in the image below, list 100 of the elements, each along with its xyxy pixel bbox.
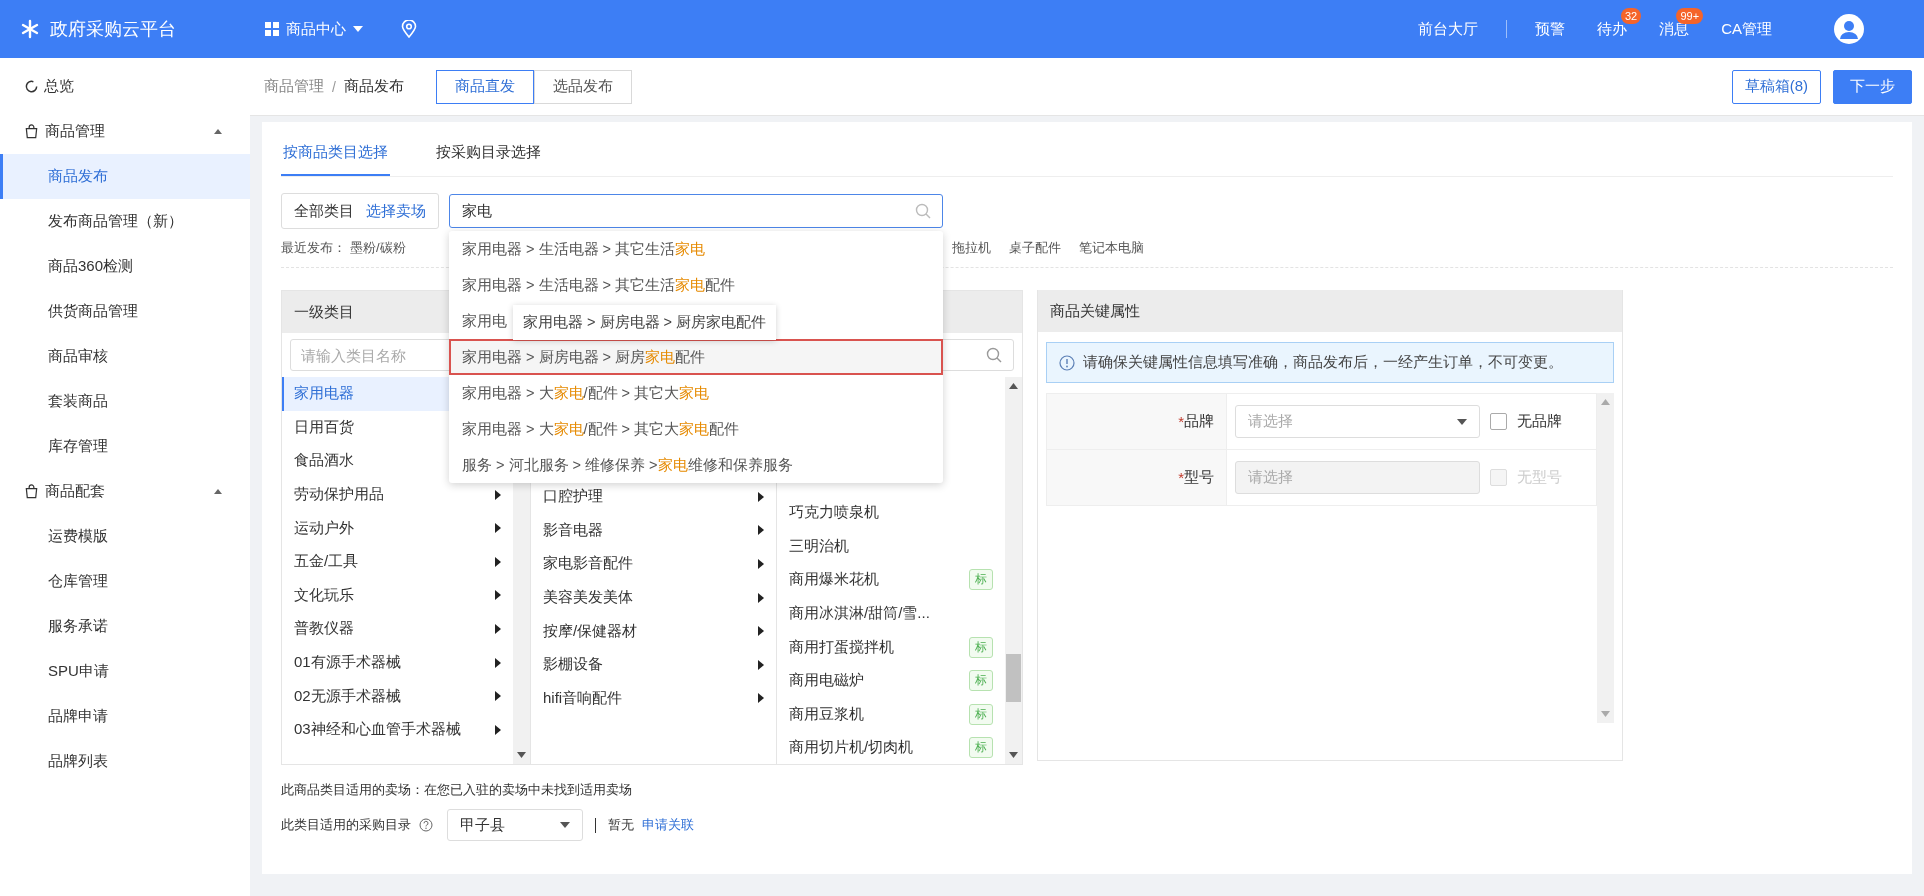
chevron-right-icon: [758, 693, 764, 704]
recent-category-link[interactable]: 拖拉机: [951, 239, 991, 257]
next-button[interactable]: 下一步: [1833, 69, 1912, 104]
field-label: *型号: [1047, 450, 1227, 505]
chevron-right-icon: [758, 659, 764, 670]
scrollbar[interactable]: [1005, 377, 1022, 764]
avatar-icon[interactable]: [1834, 14, 1864, 44]
catalog-select[interactable]: 甲子县: [447, 809, 583, 841]
module-menu[interactable]: 商品中心: [250, 19, 383, 39]
catalog-label: 此类目适用的采购目录: [281, 816, 411, 834]
standard-tag: 标: [969, 569, 993, 591]
category-item[interactable]: 商用冰淇淋/甜筒/雪...: [777, 596, 1005, 631]
nav-link[interactable]: CA管理: [1721, 19, 1772, 39]
suggestion-item[interactable]: 家用电器 > 大家电/配件 > 其它大家电配件: [449, 411, 943, 447]
caret-icon: [1457, 418, 1467, 425]
category-item[interactable]: 家电影音配件: [531, 547, 776, 581]
category-item[interactable]: 商用打蛋搅拌机 标: [777, 630, 1005, 664]
sidebar-item[interactable]: 品牌申请: [0, 694, 250, 739]
caret-icon: [560, 822, 570, 828]
category-item[interactable]: 商用豆浆机 标: [777, 697, 1005, 732]
breadcrumb-item: 商品发布: [343, 77, 404, 96]
suggestion-item[interactable]: 家用电器 > 生活电器 > 其它生活家电配件: [449, 267, 943, 303]
sidebar-group[interactable]: 商品管理: [0, 109, 250, 154]
help-icon[interactable]: [419, 818, 433, 832]
category-item[interactable]: 运动户外: [282, 511, 513, 545]
recent-category-link[interactable]: 墨粉/碳粉: [350, 239, 406, 257]
chevron-right-icon: [758, 626, 764, 637]
category-item[interactable]: 文化玩乐: [282, 578, 513, 613]
nav-link[interactable]: 前台大厅: [1418, 19, 1479, 39]
column-header: 一级类目: [294, 302, 354, 322]
app-title: 政府采购云平台: [50, 18, 176, 41]
arrow-up-icon[interactable]: [1009, 383, 1018, 389]
chevron-right-icon: [758, 491, 764, 502]
suggestion-item[interactable]: 家用电器 > 生活电器 > 其它生活家电: [449, 231, 943, 267]
standard-tag: 标: [969, 670, 993, 692]
location-pin-icon[interactable]: [401, 20, 417, 38]
arrow-down-icon[interactable]: [517, 752, 526, 758]
checkbox[interactable]: 无品牌: [1490, 412, 1562, 431]
sidebar-item[interactable]: 服务承诺: [0, 604, 250, 649]
category-item[interactable]: 三明治机: [777, 529, 1005, 564]
sidebar-item[interactable]: 运费模版: [0, 514, 250, 559]
category-item[interactable]: 巧克力喷泉机: [777, 496, 1005, 530]
suggestion-item[interactable]: 家用电器 > 厨房电器 > 厨房家电配件: [449, 339, 943, 375]
mode-tab[interactable]: 选品发布: [533, 69, 632, 104]
search-icon: [986, 347, 1002, 363]
tab[interactable]: 按采购目录选择: [434, 143, 543, 176]
sidebar-item[interactable]: 供货商品管理: [0, 289, 250, 334]
category-item[interactable]: 影音电器: [531, 513, 776, 548]
sidebar-group[interactable]: 商品配套: [0, 469, 250, 514]
category-item[interactable]: 03神经和心血管手术器械: [282, 712, 513, 747]
category-item[interactable]: 普教仪器: [282, 612, 513, 646]
sidebar-item[interactable]: 商品360检测: [0, 244, 250, 289]
category-item[interactable]: 商用爆米花机 标: [777, 563, 1005, 597]
notice-text: 请确保关键属性信息填写准确，商品发布后，一经产生订单，不可变更。: [1083, 353, 1563, 372]
sidebar-item[interactable]: 商品发布: [0, 154, 250, 199]
mode-tab[interactable]: 商品直发: [435, 69, 534, 104]
standard-tag: 标: [969, 703, 993, 725]
apply-link[interactable]: 申请关联: [642, 816, 694, 834]
grid-icon: [265, 22, 279, 36]
drafts-button[interactable]: 草稿箱(8): [1731, 69, 1821, 104]
sidebar-item[interactable]: 套装商品: [0, 379, 250, 424]
field-label: *品牌: [1047, 394, 1227, 449]
sidebar-item[interactable]: 品牌列表: [0, 739, 250, 784]
bag-icon: [24, 124, 39, 139]
nav-link[interactable]: 预警: [1535, 19, 1566, 39]
market-note: 此商品类目适用的卖场：在您已入驻的卖场中未找到适用卖场: [281, 781, 633, 799]
chevron-right-icon: [758, 525, 764, 536]
category-item[interactable]: 01有源手术器械: [282, 645, 513, 680]
recent-category-link[interactable]: 笔记本电脑: [1078, 239, 1144, 257]
caret-icon: [214, 129, 222, 134]
sidebar-item[interactable]: 发布商品管理（新）: [0, 199, 250, 244]
category-item[interactable]: hifi音响配件: [531, 681, 776, 716]
catalog-status: 暂无: [608, 816, 634, 834]
sidebar-item[interactable]: 总览: [0, 64, 250, 109]
breadcrumb-item[interactable]: 商品管理: [264, 77, 324, 96]
category-item[interactable]: 五金/工具: [282, 544, 513, 579]
arrow-down-icon[interactable]: [1009, 752, 1018, 758]
sidebar-item[interactable]: SPU申请: [0, 649, 250, 694]
scope-label: 全部类目: [294, 201, 354, 221]
refresh-icon: [24, 79, 39, 94]
category-item[interactable]: 按摩/保健器材: [531, 614, 776, 648]
tooltip: 家用电器 > 厨房电器 > 厨房家电配件: [513, 305, 777, 340]
sidebar-item[interactable]: 仓库管理: [0, 559, 250, 604]
standard-tag: 标: [969, 636, 993, 658]
category-item[interactable]: 02无源手术器械: [282, 679, 513, 713]
category-item[interactable]: 商用切片机/切肉机 标: [777, 731, 1005, 764]
search-icon: [915, 203, 931, 219]
sidebar-item[interactable]: 商品审核: [0, 334, 250, 379]
count-badge: 99+: [1676, 7, 1704, 24]
search-field[interactable]: 家电: [449, 194, 943, 228]
recent-category-link[interactable]: 桌子配件: [1008, 239, 1061, 257]
breadcrumb-separator: /: [332, 78, 336, 95]
category-item[interactable]: 口腔护理: [531, 480, 776, 514]
category-item[interactable]: 美容美发美体: [531, 580, 776, 615]
category-item[interactable]: 影棚设备: [531, 647, 776, 682]
scrollbar-thumb[interactable]: [1006, 654, 1021, 702]
tab[interactable]: 按商品类目选择: [281, 143, 390, 176]
select-market-link[interactable]: 选择卖场: [366, 201, 426, 221]
category-item[interactable]: 商用电磁炉 标: [777, 663, 1005, 698]
sidebar-item[interactable]: 库存管理: [0, 424, 250, 469]
